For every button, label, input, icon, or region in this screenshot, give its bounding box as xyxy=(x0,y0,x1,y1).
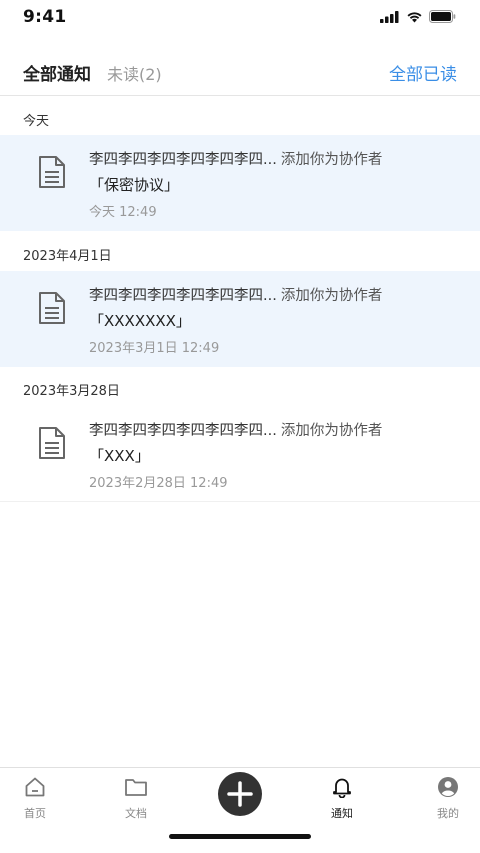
section-label-today: 今天 xyxy=(23,114,50,129)
home-icon xyxy=(25,777,45,797)
plus-icon xyxy=(227,781,253,807)
bottom-tab-bar: 首页 文档 通知 我的 xyxy=(0,767,480,853)
document-icon xyxy=(39,292,65,324)
tab-home[interactable]: 首页 xyxy=(5,776,65,821)
notification-time: 今天 12:49 xyxy=(89,205,157,220)
notification-header: 全部通知 未读(2) 全部已读 xyxy=(0,54,480,94)
tab-home-label: 首页 xyxy=(24,807,46,820)
tab-notifications-label: 通知 xyxy=(331,807,353,820)
mark-all-read-button[interactable]: 全部已读 xyxy=(389,60,457,85)
section-label-date: 2023年3月28日 xyxy=(23,384,120,399)
notification-time: 2023年2月28日 12:49 xyxy=(89,476,228,491)
notification-item[interactable]: 李四李四李四李四李四李四... 添加你为协作者 「XXX」 2023年2月28日 … xyxy=(0,406,480,502)
document-icon xyxy=(39,156,65,188)
notification-sender: 李四李四李四李四李四李四... xyxy=(89,152,277,168)
notification-item[interactable]: 李四李四李四李四李四李四... 添加你为协作者 「保密协议」 今天 12:49 xyxy=(0,135,480,231)
folder-icon xyxy=(125,779,147,796)
home-indicator xyxy=(169,834,311,839)
bell-icon xyxy=(333,778,351,799)
notification-sender: 李四李四李四李四李四李四... xyxy=(89,288,277,304)
notification-item[interactable]: 李四李四李四李四李四李四... 添加你为协作者 「XXXXXXX」 2023年3月… xyxy=(0,271,480,367)
add-button[interactable] xyxy=(218,772,262,816)
tab-all-notifications[interactable]: 全部通知 xyxy=(23,60,91,85)
notification-action: 添加你为协作者 xyxy=(280,288,383,304)
notification-doc-title: 「XXXXXXX」 xyxy=(89,312,191,330)
header-divider xyxy=(0,95,480,96)
battery-icon xyxy=(429,10,456,23)
list-divider xyxy=(0,501,480,502)
notification-time: 2023年3月1日 12:49 xyxy=(89,341,220,356)
tab-docs[interactable]: 文档 xyxy=(106,776,166,821)
tab-unread[interactable]: 未读(2) xyxy=(107,61,162,85)
tab-notifications[interactable]: 通知 xyxy=(312,776,372,821)
document-icon xyxy=(39,427,65,459)
user-icon xyxy=(438,777,458,797)
notification-action: 添加你为协作者 xyxy=(280,423,383,439)
section-label-date: 2023年4月1日 xyxy=(23,249,112,264)
notification-action: 添加你为协作者 xyxy=(280,152,383,168)
notification-doc-title: 「XXX」 xyxy=(89,447,150,465)
notification-doc-title: 「保密协议」 xyxy=(89,176,180,194)
status-bar: 9:41 xyxy=(0,0,480,34)
status-time: 9:41 xyxy=(23,7,67,27)
tab-mine-label: 我的 xyxy=(437,807,459,820)
signal-icon xyxy=(380,10,399,23)
tab-mine[interactable]: 我的 xyxy=(418,776,478,821)
wifi-icon xyxy=(407,11,422,22)
notification-sender: 李四李四李四李四李四李四... xyxy=(89,423,277,439)
tab-docs-label: 文档 xyxy=(125,807,147,820)
